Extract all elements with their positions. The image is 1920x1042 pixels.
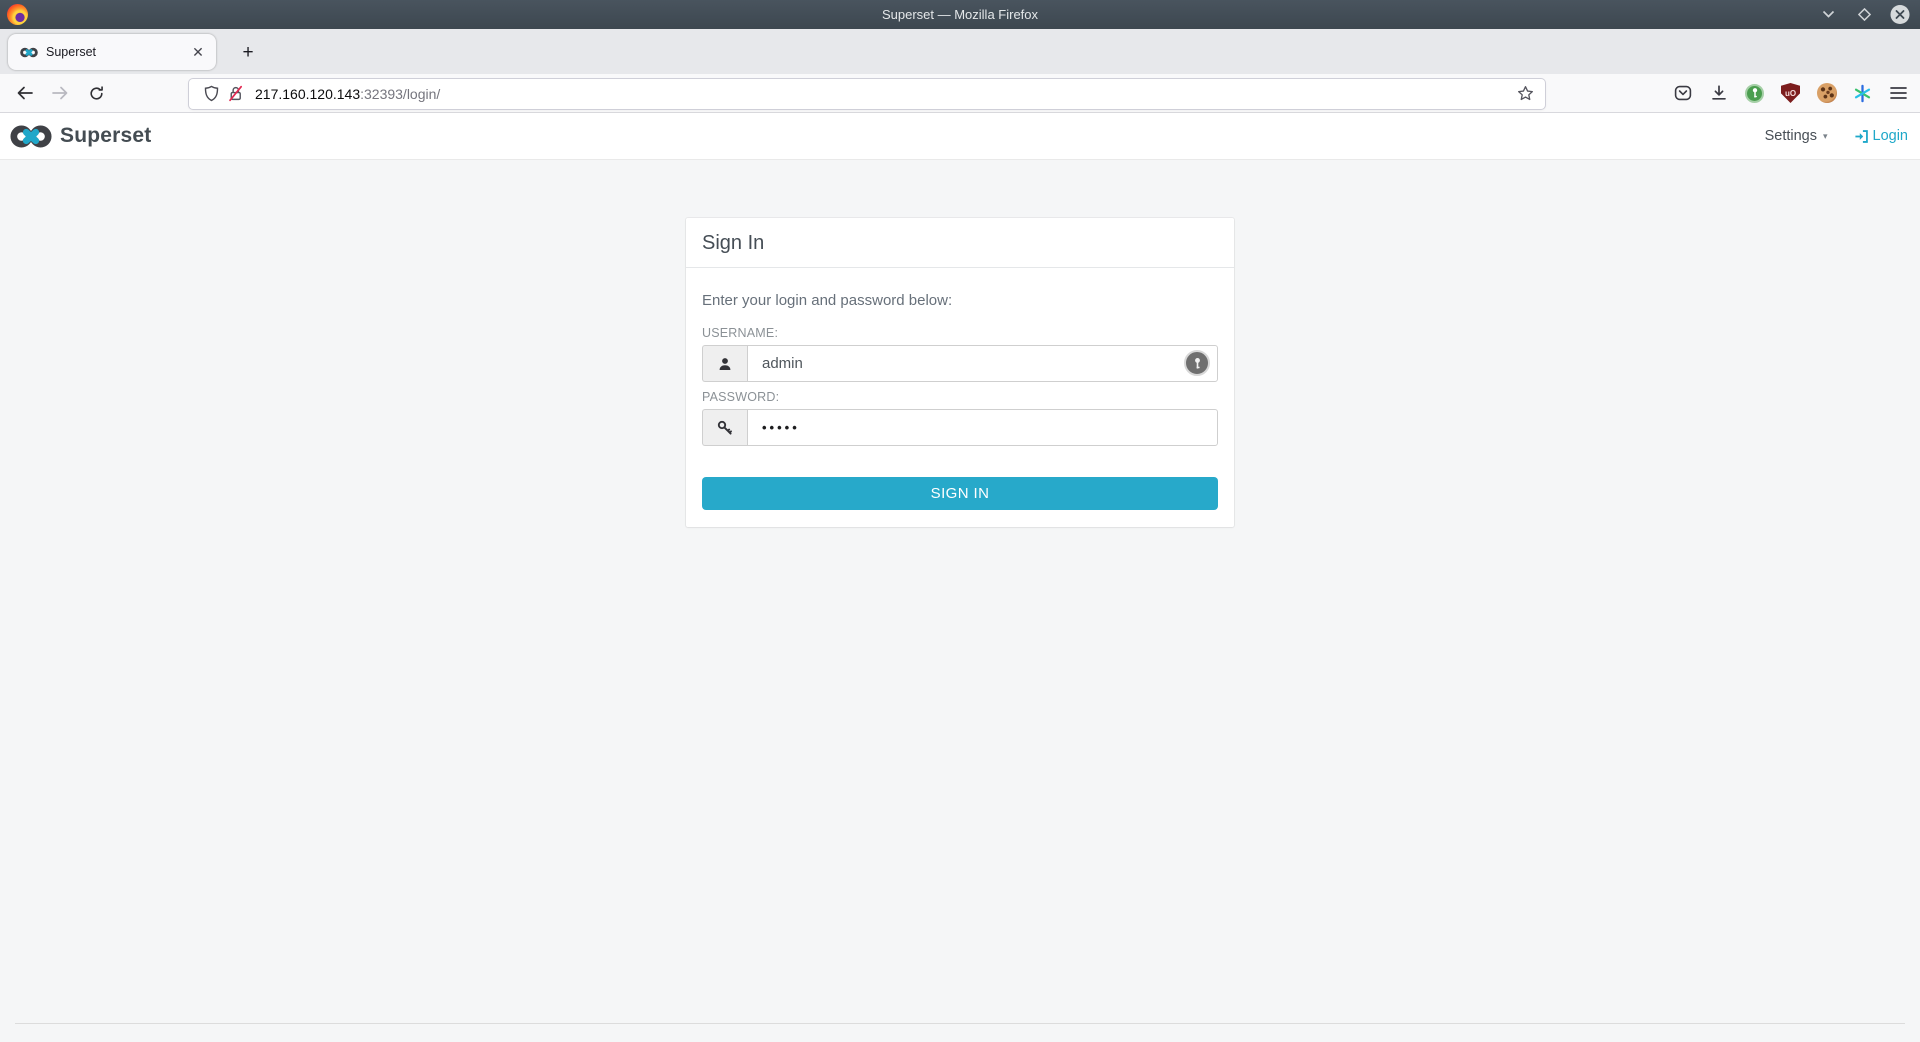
url-host: 217.160.120.143 <box>255 86 360 102</box>
url-path: :32393/login/ <box>360 86 440 102</box>
footer-divider <box>15 1023 1905 1024</box>
insecure-lock-icon[interactable] <box>223 82 247 106</box>
url-text: 217.160.120.143:32393/login/ <box>255 86 440 102</box>
cookie-icon <box>1817 83 1837 103</box>
superset-favicon <box>20 47 38 58</box>
sign-in-button[interactable]: SIGN IN <box>702 477 1218 510</box>
panel-title: Sign In <box>702 232 1218 255</box>
login-link[interactable]: Login <box>1854 128 1908 144</box>
sign-in-panel: Sign In Enter your login and password be… <box>686 218 1234 527</box>
window-title: Superset — Mozilla Firefox <box>0 7 1920 22</box>
user-icon <box>718 357 732 371</box>
password-label: PASSWORD: <box>702 390 1218 404</box>
downloads-icon[interactable] <box>1705 80 1732 107</box>
maximize-button[interactable] <box>1854 5 1874 25</box>
tab-strip: Superset ✕ + <box>0 29 1920 74</box>
forward-button[interactable] <box>46 79 74 107</box>
close-button[interactable] <box>1890 5 1910 25</box>
back-button[interactable] <box>10 79 38 107</box>
panel-body: Enter your login and password below: USE… <box>686 268 1234 527</box>
keepassxc-key-icon <box>1745 84 1764 103</box>
settings-label: Settings <box>1765 128 1817 144</box>
header-menu: Settings ▾ Login <box>1765 128 1908 144</box>
hamburger-menu-icon[interactable] <box>1885 80 1912 107</box>
window-titlebar: Superset — Mozilla Firefox <box>0 0 1920 29</box>
sign-in-icon <box>1854 129 1869 144</box>
password-group <box>702 409 1218 446</box>
username-group <box>702 345 1218 382</box>
ublock-shield: uO <box>1781 83 1800 103</box>
new-tab-button[interactable]: + <box>234 39 262 67</box>
login-prompt: Enter your login and password below: <box>702 292 1218 309</box>
superset-infinity-icon <box>10 125 52 148</box>
tab-close-icon[interactable]: ✕ <box>188 42 208 62</box>
chevron-down-icon: ▾ <box>1823 131 1828 142</box>
tracking-shield-icon[interactable] <box>199 82 223 106</box>
key-icon <box>717 420 733 436</box>
panel-heading: Sign In <box>686 218 1234 268</box>
superset-navbar: Superset Settings ▾ Login <box>0 113 1920 160</box>
settings-dropdown[interactable]: Settings ▾ <box>1765 128 1828 144</box>
ublock-origin-icon[interactable]: uO <box>1777 80 1804 107</box>
consent-extension-icon[interactable] <box>1849 80 1876 107</box>
browser-toolbar: 217.160.120.143:32393/login/ uO <box>0 74 1920 113</box>
url-bar[interactable]: 217.160.120.143:32393/login/ <box>189 79 1545 109</box>
brand-name: Superset <box>60 124 151 148</box>
toolbar-extensions: uO <box>1669 80 1912 107</box>
password-input[interactable] <box>747 409 1218 446</box>
bookmark-star-icon[interactable] <box>1513 82 1537 106</box>
user-addon <box>702 345 747 382</box>
login-label: Login <box>1873 128 1908 144</box>
minimize-button[interactable] <box>1818 5 1838 25</box>
key-addon <box>702 409 747 446</box>
cookie-extension-icon[interactable] <box>1813 80 1840 107</box>
username-input[interactable] <box>747 345 1218 382</box>
reload-button[interactable] <box>82 79 110 107</box>
username-label: USERNAME: <box>702 326 1218 340</box>
superset-logo[interactable]: Superset <box>10 124 151 148</box>
window-controls <box>1818 0 1910 29</box>
keepassxc-extension-icon[interactable] <box>1741 80 1768 107</box>
keepassxc-field-icon[interactable] <box>1184 350 1210 376</box>
pocket-icon[interactable] <box>1669 80 1696 107</box>
tab-title: Superset <box>46 45 188 59</box>
tab-superset[interactable]: Superset ✕ <box>8 34 216 70</box>
